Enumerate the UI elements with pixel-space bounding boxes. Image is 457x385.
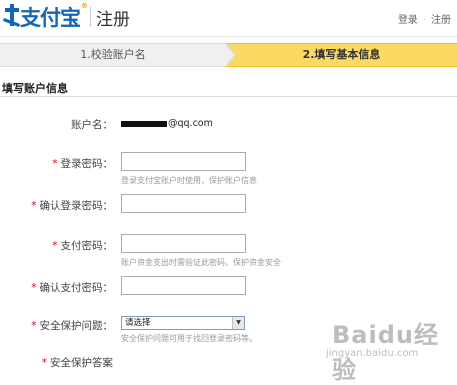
- masked-account: [121, 120, 167, 127]
- section-divider: [0, 96, 457, 97]
- required-icon: *: [31, 320, 37, 332]
- logo-divider: [90, 7, 91, 27]
- account-label: 账户名：: [71, 119, 113, 131]
- confirm-login-password-label: * 确认登录密码：: [31, 200, 113, 212]
- top-links: 登录 · 注册: [398, 11, 451, 26]
- login-password-label: * 登录密码：: [52, 158, 113, 170]
- step-verify-account: 1.校验账户名: [0, 43, 226, 67]
- security-question-select[interactable]: 请选择 ▼: [121, 316, 245, 330]
- security-question-label: * 安全保护问题：: [31, 320, 113, 332]
- section-title: 填写账户信息: [2, 82, 68, 95]
- pay-password-input[interactable]: [121, 234, 246, 253]
- progress-steps: 1.校验账户名 2.填写基本信息: [0, 43, 457, 67]
- link-separator: ·: [422, 15, 426, 26]
- confirm-pay-password-input[interactable]: [121, 276, 246, 295]
- alipay-logo-icon: [3, 4, 20, 27]
- security-question-hint: 安全保护问题可用于找回登录密码等。: [121, 334, 257, 343]
- chevron-down-icon[interactable]: ▼: [232, 317, 244, 329]
- login-password-hint: 登录支付宝账户时使用，保护账户信息: [121, 176, 257, 185]
- confirm-pay-password-label: * 确认支付密码：: [31, 282, 113, 294]
- step-arrow-inner: [225, 44, 234, 66]
- watermark-url: jingyan.baidu.com: [326, 348, 419, 359]
- pay-password-hint: 账户资金支出时需验证此密码，保护资金安全: [121, 258, 281, 267]
- login-link[interactable]: 登录: [398, 11, 418, 26]
- login-password-input[interactable]: [121, 152, 246, 171]
- required-icon: *: [41, 357, 47, 369]
- watermark: Baidu经验 jingyan.baidu.com: [326, 305, 456, 384]
- security-answer-label: * 安全保护答案: [41, 357, 113, 369]
- pay-password-label: * 支付密码：: [52, 240, 113, 252]
- page-title: 注册: [96, 10, 130, 30]
- required-icon: *: [52, 158, 58, 170]
- logo[interactable]: 支付宝®: [20, 2, 88, 32]
- required-icon: *: [31, 200, 37, 212]
- required-icon: *: [52, 240, 58, 252]
- header: 支付宝® 注册 登录 · 注册: [0, 0, 457, 37]
- step-fill-info: 2.填写基本信息: [226, 43, 457, 67]
- required-icon: *: [31, 282, 37, 294]
- account-value: @qq.com: [121, 118, 213, 129]
- register-link[interactable]: 注册: [431, 11, 451, 26]
- confirm-login-password-input[interactable]: [121, 194, 246, 213]
